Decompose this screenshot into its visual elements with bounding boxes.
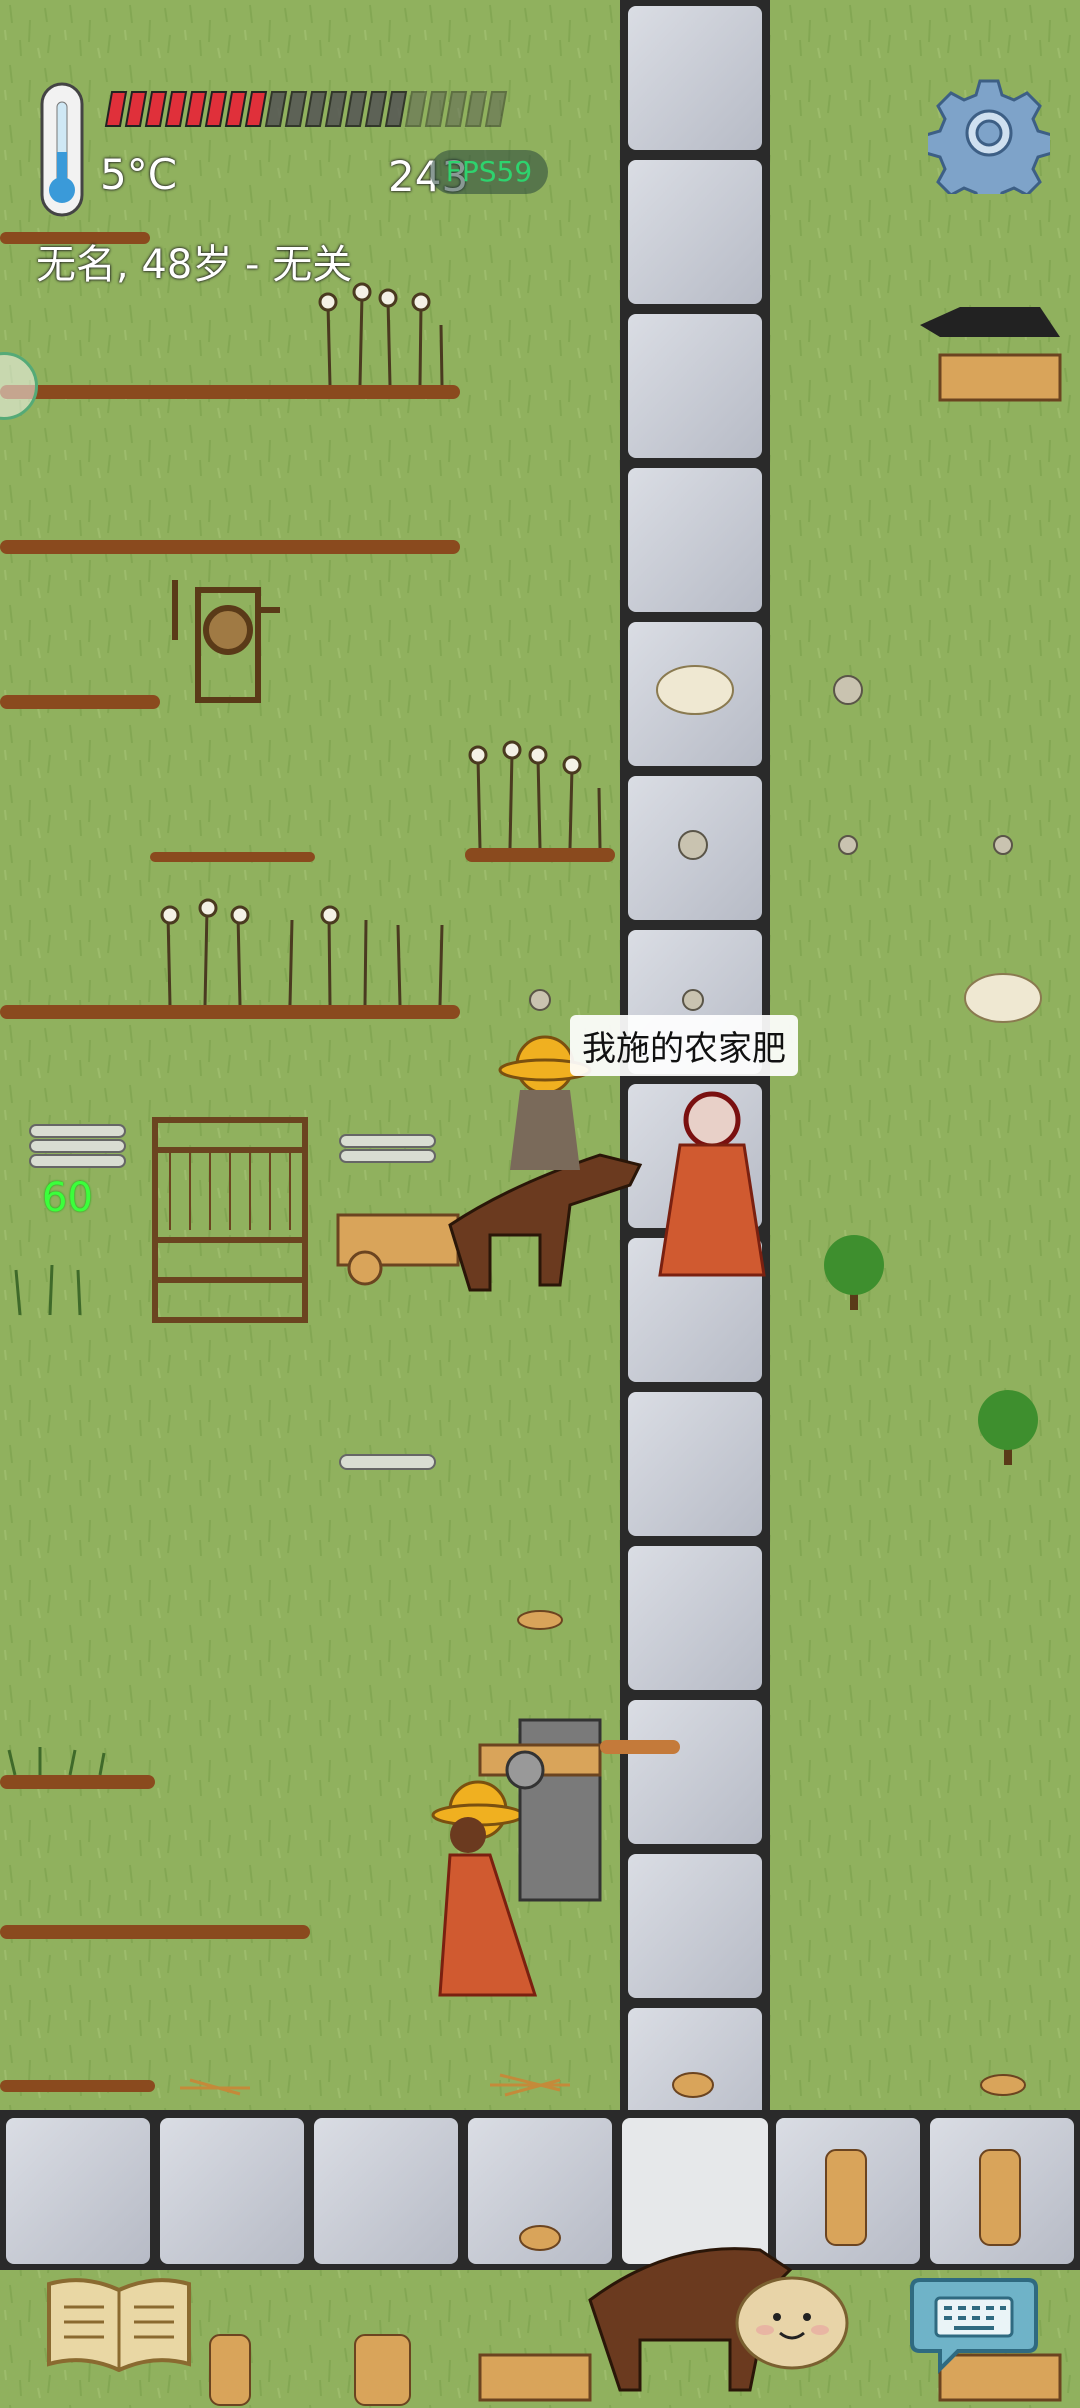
emote-face-icon[interactable]	[735, 2275, 850, 2370]
road-tile	[628, 468, 762, 612]
food-pip-empty	[304, 91, 328, 127]
stone-road-vertical	[620, 0, 770, 2152]
road-tile	[628, 160, 762, 304]
food-pip-empty	[404, 91, 428, 127]
road-tile	[628, 314, 762, 458]
food-pip-empty	[444, 91, 468, 127]
food-pip-full	[244, 91, 268, 127]
food-pip-full	[184, 91, 208, 127]
floating-number: 60	[42, 1175, 93, 1221]
food-pip-full	[104, 91, 128, 127]
road-tile	[628, 1854, 762, 1998]
road-tile	[628, 1392, 762, 1536]
book-icon[interactable]	[44, 2272, 194, 2373]
keyboard-icon[interactable]	[910, 2270, 1038, 2375]
food-pip-empty	[284, 91, 308, 127]
food-pip-empty	[484, 91, 508, 127]
food-meter	[100, 88, 510, 130]
temperature-readout: 5°C	[100, 150, 178, 199]
food-pip-empty	[364, 91, 388, 127]
food-pip-empty	[424, 91, 448, 127]
thermometer-icon	[38, 82, 86, 217]
food-pip-empty	[384, 91, 408, 127]
food-pip-full	[224, 91, 248, 127]
gear-icon[interactable]	[924, 72, 1054, 209]
food-pip-full	[144, 91, 168, 127]
food-pip-empty	[464, 91, 488, 127]
game-world[interactable]	[0, 0, 1080, 2408]
road-tile	[628, 6, 762, 150]
road-tile	[628, 1700, 762, 1844]
road-tile	[628, 1546, 762, 1690]
food-pip-full	[204, 91, 228, 127]
food-pip-full	[164, 91, 188, 127]
fps-badge: FPS59	[430, 150, 548, 194]
food-pip-empty	[344, 91, 368, 127]
player-identity: 无名, 48岁 - 无关	[36, 242, 353, 288]
crate-top-right	[920, 307, 1062, 402]
speech-bubble: 我施的农家肥	[570, 1015, 798, 1076]
food-pip-full	[124, 91, 148, 127]
food-pip-empty	[324, 91, 348, 127]
food-pip-empty	[264, 91, 288, 127]
